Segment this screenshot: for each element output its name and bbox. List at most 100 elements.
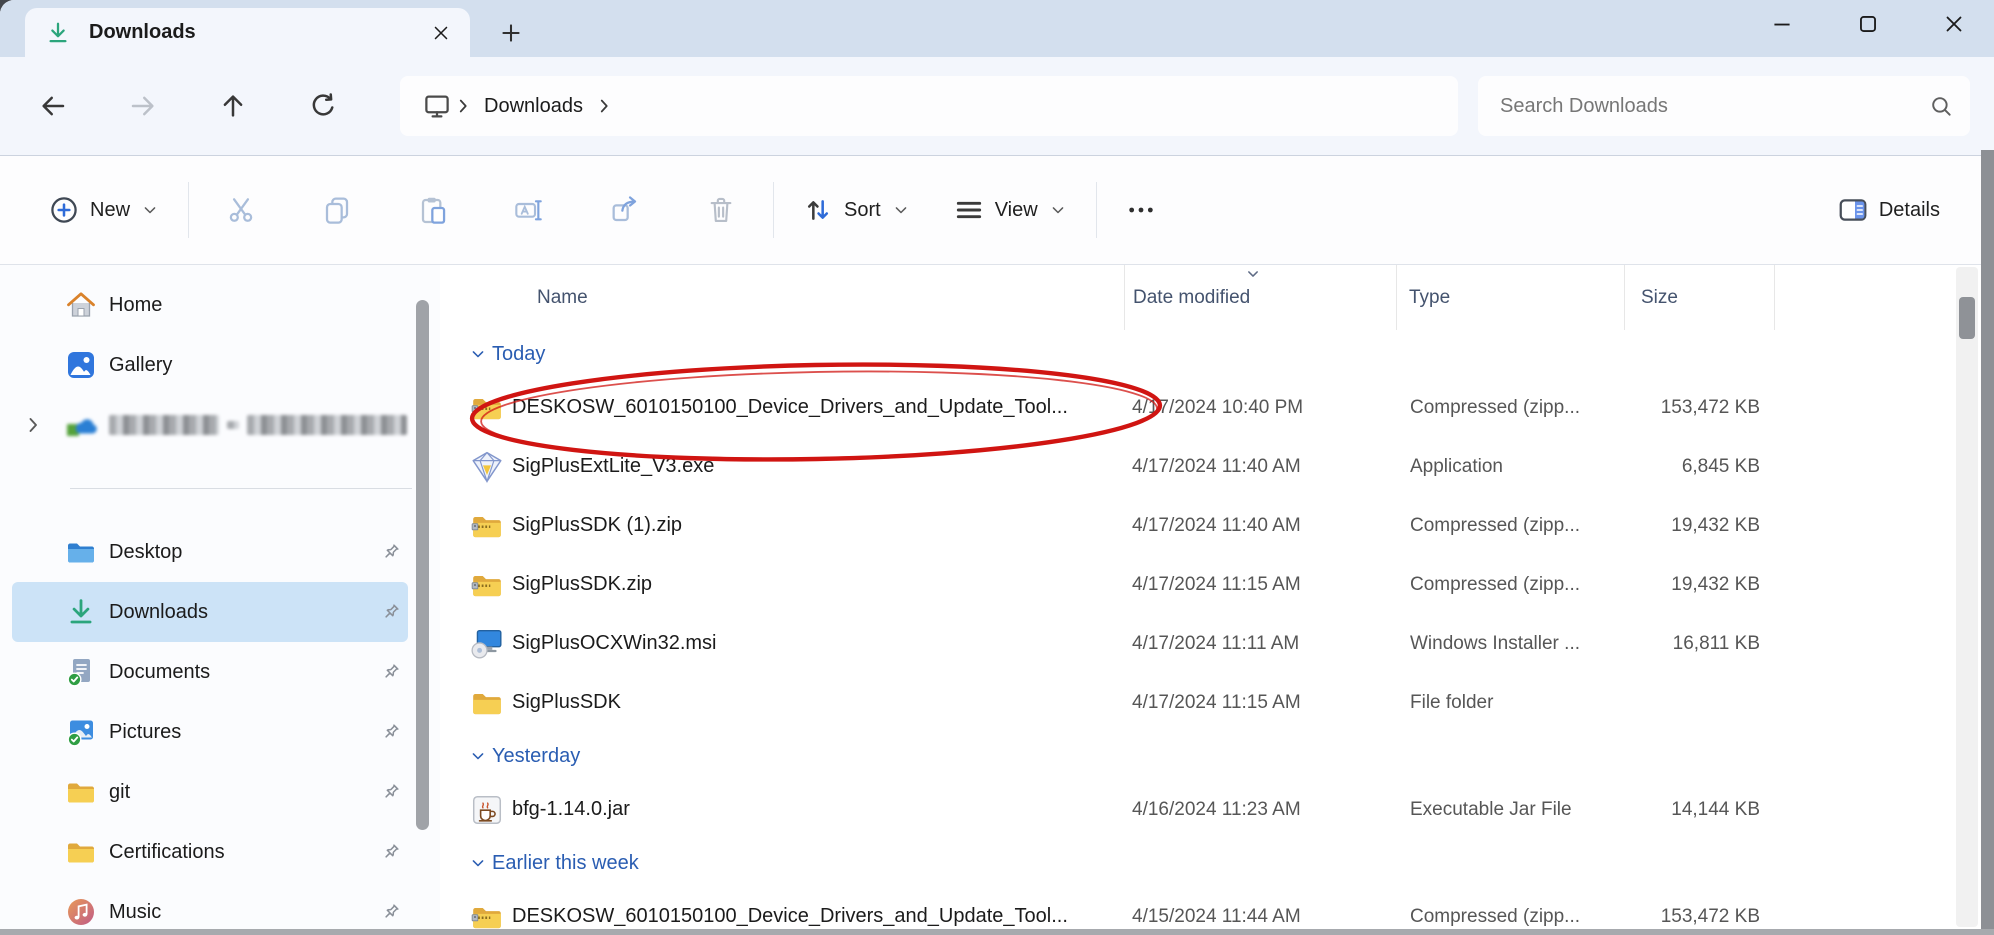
file-name: SigPlusSDK (512, 691, 621, 714)
new-button-label: New (90, 199, 130, 222)
command-toolbar: New Sort View Details (0, 156, 1994, 265)
back-button[interactable] (30, 83, 76, 129)
explorer-body: Home Gallery Desktop Downloads (0, 265, 1994, 935)
up-icon (218, 91, 248, 121)
pictures-icon (65, 716, 97, 748)
file-type: Compressed (zipp... (1396, 397, 1624, 419)
details-button-label: Details (1879, 199, 1940, 222)
up-button[interactable] (210, 83, 256, 129)
column-header-date-label: Date modified (1133, 287, 1250, 309)
file-row[interactable]: SigPlusOCXWin32.msi 4/17/2024 11:11 AM W… (440, 614, 1994, 673)
column-header-date-modified[interactable]: Date modified (1124, 265, 1396, 330)
maximize-button[interactable] (1850, 4, 1886, 44)
scrollbar-thumb[interactable] (1959, 297, 1975, 339)
column-header-size[interactable]: Size (1624, 265, 1775, 330)
view-button[interactable]: View (943, 186, 1078, 234)
copy-button[interactable] (311, 186, 363, 234)
chevron-right-icon[interactable] (593, 95, 615, 117)
tab-downloads[interactable]: Downloads (25, 8, 470, 57)
sidebar-item-label: Music (109, 901, 380, 924)
sidebar-item-onedrive-account[interactable] (12, 395, 408, 455)
this-pc-monitor-icon[interactable] (422, 91, 452, 121)
file-row[interactable]: SigPlusExtLite_V3.exe 4/17/2024 11:40 AM… (440, 437, 1994, 496)
sidebar-item-desktop[interactable]: Desktop (12, 522, 408, 582)
file-date-modified: 4/17/2024 11:40 AM (1124, 456, 1396, 478)
group-header-earlier-this-week[interactable]: Earlier this week (440, 839, 1994, 887)
file-row[interactable]: SigPlusSDK (1).zip 4/17/2024 11:40 AM Co… (440, 496, 1994, 555)
folder-icon (65, 836, 97, 868)
collapse-chevron-icon[interactable] (468, 853, 488, 873)
forward-button[interactable] (120, 83, 166, 129)
paste-button[interactable] (407, 186, 459, 234)
sidebar-item-label: Pictures (109, 721, 380, 744)
sidebar-item-home[interactable]: Home (12, 275, 408, 335)
column-header-type[interactable]: Type (1396, 265, 1624, 330)
minimize-button[interactable] (1764, 4, 1800, 44)
main-scrollbar[interactable] (1956, 267, 1978, 927)
search-box[interactable] (1478, 76, 1970, 136)
new-tab-button[interactable] (492, 14, 530, 52)
file-type: File folder (1396, 692, 1624, 714)
sidebar-item-documents[interactable]: Documents (12, 642, 408, 702)
toolbar-divider (1096, 182, 1097, 238)
refresh-button[interactable] (300, 83, 346, 129)
chevron-right-icon[interactable] (452, 95, 474, 117)
column-headers: Name Date modified Type Size (440, 265, 1994, 330)
desktop-folder-icon (65, 536, 97, 568)
chevron-down-icon (1048, 200, 1068, 220)
sidebar-item-git[interactable]: git (12, 762, 408, 822)
rename-icon (513, 194, 545, 226)
group-header-yesterday[interactable]: Yesterday (440, 732, 1994, 780)
search-input[interactable] (1500, 95, 1928, 118)
pin-icon (380, 841, 402, 863)
rename-button[interactable] (503, 186, 555, 234)
tab-close-icon[interactable] (426, 18, 456, 48)
navigation-bar: Downloads (0, 57, 1994, 156)
onedrive-icon (65, 409, 97, 441)
sidebar-item-gallery[interactable]: Gallery (12, 335, 408, 395)
sidebar-item-label: Downloads (109, 601, 380, 624)
file-date-modified: 4/17/2024 11:11 AM (1124, 633, 1396, 655)
file-row[interactable]: bfg-1.14.0.jar 4/16/2024 11:23 AM Execut… (440, 780, 1994, 839)
sidebar-item-certifications[interactable]: Certifications (12, 822, 408, 882)
copy-icon (321, 194, 353, 226)
sidebar-item-label: git (109, 781, 380, 804)
new-button[interactable]: New (38, 186, 170, 234)
more-options-button[interactable] (1115, 186, 1167, 234)
scissors-button[interactable] (215, 186, 267, 234)
sort-button[interactable]: Sort (792, 186, 921, 234)
close-button[interactable] (1936, 4, 1972, 44)
gallery-icon (65, 349, 97, 381)
search-icon (1928, 93, 1954, 119)
sidebar-list: Home Gallery Desktop Downloads (0, 275, 440, 935)
maximize-icon (1855, 11, 1881, 37)
delete-icon (705, 194, 737, 226)
share-icon (609, 194, 641, 226)
column-header-name[interactable]: Name (440, 265, 1124, 330)
share-button[interactable] (599, 186, 651, 234)
file-date-modified: 4/15/2024 11:44 AM (1124, 906, 1396, 928)
sidebar-item-pictures[interactable]: Pictures (12, 702, 408, 762)
view-icon (953, 194, 985, 226)
file-row[interactable]: DESKOSW_6010150100_Device_Drivers_and_Up… (440, 887, 1994, 935)
details-button[interactable]: Details (1827, 186, 1950, 234)
msi-icon (470, 627, 504, 661)
minimize-icon (1769, 11, 1795, 37)
delete-button[interactable] (695, 186, 747, 234)
file-row[interactable]: SigPlusSDK.zip 4/17/2024 11:15 AM Compre… (440, 555, 1994, 614)
group-header-today[interactable]: Today (440, 330, 1994, 378)
expand-chevron-icon[interactable] (21, 413, 45, 437)
pin-icon (380, 661, 402, 683)
details-panel-icon (1837, 194, 1869, 226)
collapse-chevron-icon[interactable] (468, 746, 488, 766)
breadcrumb[interactable]: Downloads (400, 76, 1458, 136)
file-row[interactable]: SigPlusSDK 4/17/2024 11:15 AM File folde… (440, 673, 1994, 732)
collapse-chevron-icon[interactable] (468, 344, 488, 364)
sidebar-item-downloads[interactable]: Downloads (12, 582, 408, 642)
toolbar-divider (773, 182, 774, 238)
sidebar-scrollbar[interactable] (416, 300, 429, 830)
file-row[interactable]: DESKOSW_6010150100_Device_Drivers_and_Up… (440, 378, 1994, 437)
sidebar-item-music[interactable]: Music (12, 882, 408, 935)
file-list-pane: Name Date modified Type Size Today DESKO… (440, 265, 1994, 935)
breadcrumb-segment-downloads[interactable]: Downloads (474, 95, 593, 118)
